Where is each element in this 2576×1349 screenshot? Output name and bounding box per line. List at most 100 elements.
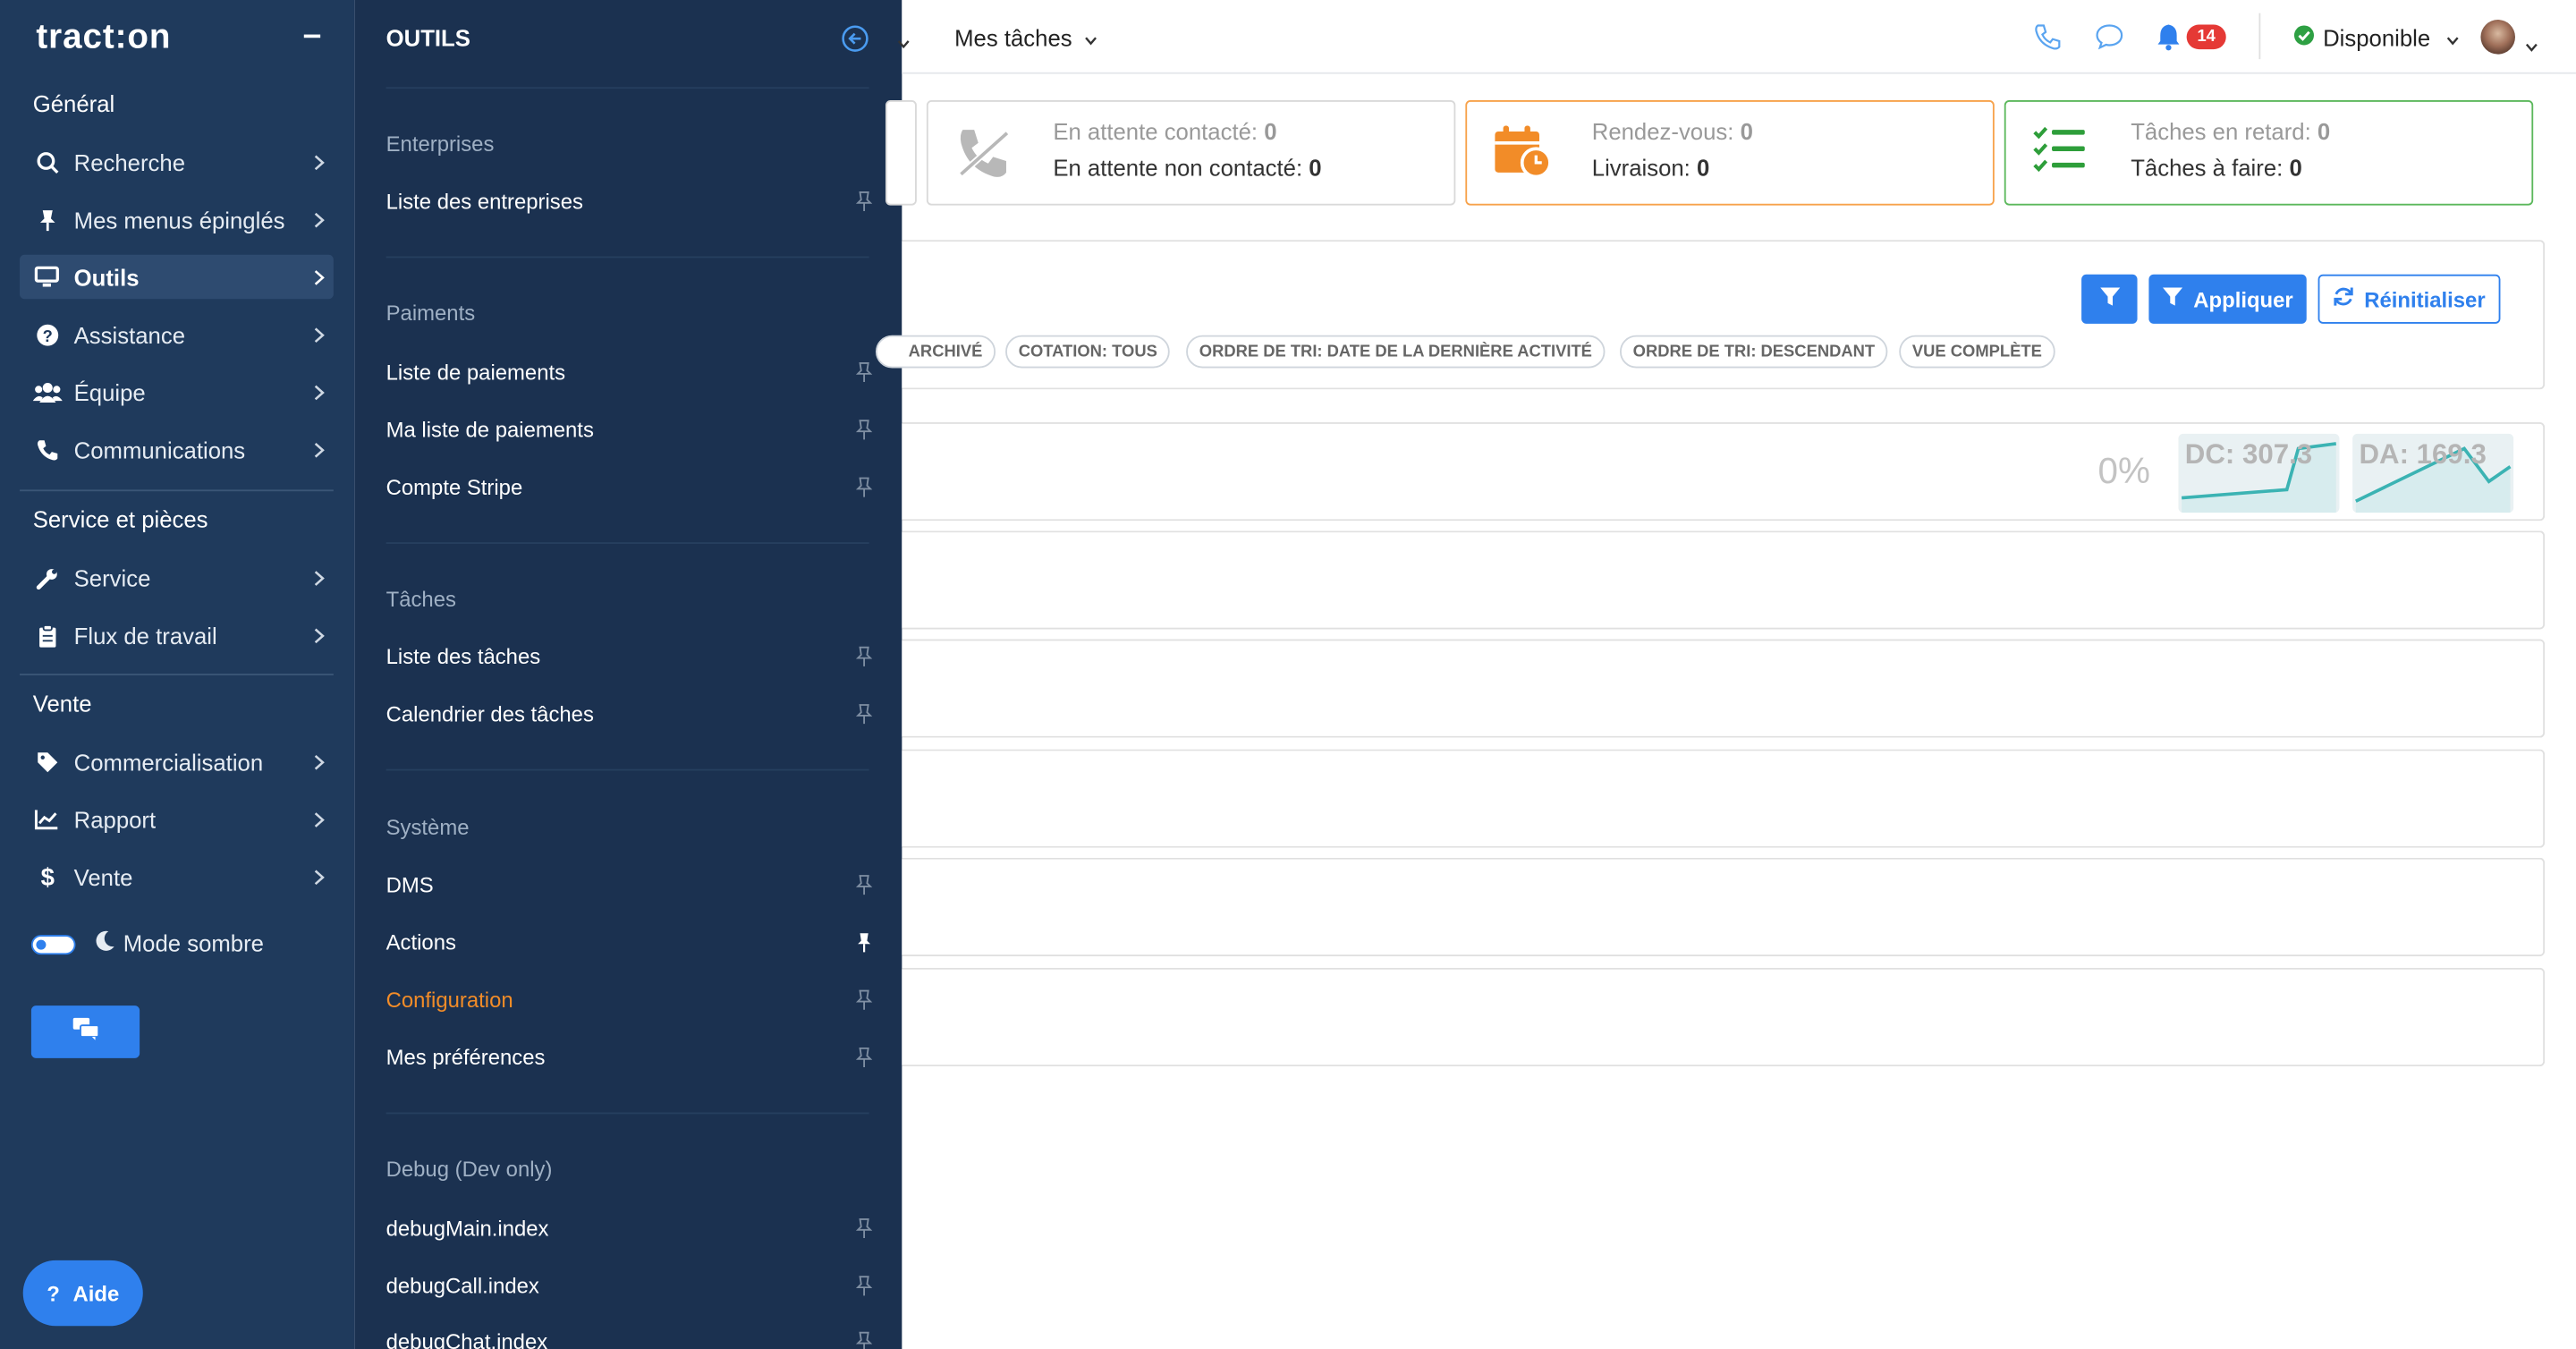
dollar-icon: $ xyxy=(20,864,74,889)
list-row[interactable] xyxy=(902,639,2546,738)
summary-card-appointments[interactable]: Rendez-vous: 0 Livraison: 0 xyxy=(1465,100,1995,206)
sidebar: tract:on Général Recherche Mes menus épi… xyxy=(0,0,355,1349)
panel-item-debug-call[interactable]: debugCall.index xyxy=(386,1273,873,1299)
panel-item-compte-stripe[interactable]: Compte Stripe xyxy=(386,475,873,499)
pin-outline-icon[interactable] xyxy=(855,191,873,212)
sidebar-item-label: Communications xyxy=(73,436,246,463)
pin-outline-icon[interactable] xyxy=(855,1275,873,1296)
panel-item-label: Calendrier des tâches xyxy=(386,701,594,726)
chevron-right-icon xyxy=(304,154,334,170)
user-avatar[interactable] xyxy=(2480,20,2515,55)
panel-item-mes-preferences[interactable]: Mes préférences xyxy=(386,1045,873,1070)
card-line-2: Livraison: 0 xyxy=(1591,154,1710,182)
sidebar-item-equipe[interactable]: Équipe xyxy=(20,369,334,414)
traction-logo[interactable]: tract:on xyxy=(36,18,171,57)
panel-item-label: Mes préférences xyxy=(386,1045,546,1070)
tasks-menu-label: Mes tâches xyxy=(954,24,1072,51)
filter-chip[interactable]: VUE COMPLÈTE xyxy=(1899,335,2055,369)
pin-outline-icon[interactable] xyxy=(855,361,873,383)
pin-outline-icon[interactable] xyxy=(855,874,873,895)
status-label: Disponible xyxy=(2323,24,2431,51)
sidebar-item-communications[interactable]: Communications xyxy=(20,428,334,472)
panel-item-debug-main[interactable]: debugMain.index xyxy=(386,1216,873,1241)
chevron-right-icon xyxy=(304,327,334,343)
panel-item-debug-chat[interactable]: debugChat.index xyxy=(386,1329,873,1349)
line-chart-icon xyxy=(20,809,74,830)
pin-outline-icon[interactable] xyxy=(855,1331,873,1349)
panel-item-label: Configuration xyxy=(386,987,513,1013)
panel-title: OUTILS xyxy=(386,24,470,51)
sidebar-item-service[interactable]: Service xyxy=(20,556,334,600)
pin-outline-icon[interactable] xyxy=(855,989,873,1011)
panel-item-calendrier-taches[interactable]: Calendrier des tâches xyxy=(386,701,873,726)
chat-bubble-icon[interactable] xyxy=(2095,23,2124,59)
bell-icon[interactable] xyxy=(2156,23,2182,59)
chevron-down-icon xyxy=(1083,25,1097,51)
pin-outline-icon[interactable] xyxy=(855,703,873,725)
arrow-left-circle-icon[interactable] xyxy=(841,25,869,61)
panel-item-liste-entreprises[interactable]: Liste des entreprises xyxy=(386,189,873,214)
panel-divider xyxy=(386,768,869,771)
sidebar-item-commercialisation[interactable]: Commercialisation xyxy=(20,740,334,785)
list-row[interactable] xyxy=(902,967,2546,1067)
pin-outline-icon[interactable] xyxy=(855,1047,873,1068)
filter-chip[interactable]: ORDRE DE TRI: DATE DE LA DERNIÈRE ACTIVI… xyxy=(1186,335,1606,369)
chevron-right-icon xyxy=(304,869,334,885)
sidebar-item-vente[interactable]: $ Vente xyxy=(20,854,334,899)
chevron-right-icon xyxy=(304,268,334,284)
sidebar-item-menus-epingles[interactable]: Mes menus épinglés xyxy=(20,197,334,242)
reset-button[interactable]: Réinitialiser xyxy=(2318,274,2501,324)
panel-item-configuration[interactable]: Configuration xyxy=(386,987,873,1013)
sidebar-item-rapport[interactable]: Rapport xyxy=(20,797,334,842)
sidebar-item-assistance[interactable]: ? Assistance xyxy=(20,312,334,357)
collapse-sidebar-button[interactable] xyxy=(303,34,321,38)
tasks-menu[interactable]: Mes tâches xyxy=(954,25,1097,51)
panel-item-liste-taches[interactable]: Liste des tâches xyxy=(386,644,873,669)
pin-outline-icon[interactable] xyxy=(855,646,873,667)
panel-item-actions[interactable]: Actions xyxy=(386,930,873,954)
chevron-down-icon[interactable] xyxy=(2525,31,2538,61)
sidebar-item-outils[interactable]: Outils xyxy=(20,254,334,300)
filter-chip[interactable]: ARCHIVÉ xyxy=(875,335,996,369)
status-dropdown[interactable]: Disponible xyxy=(2293,25,2460,51)
sidebar-item-flux-travail[interactable]: Flux de travail xyxy=(20,613,334,658)
pin-filled-icon[interactable] xyxy=(856,931,872,953)
chat-button[interactable] xyxy=(30,1005,140,1058)
sidebar-item-label: Mes menus épinglés xyxy=(73,206,285,233)
pin-outline-icon[interactable] xyxy=(855,1217,873,1239)
list-row[interactable] xyxy=(902,857,2546,957)
logo-colon: : xyxy=(114,18,128,56)
panel-item-liste-paiements[interactable]: Liste de paiements xyxy=(386,360,873,385)
sidebar-item-label: Commercialisation xyxy=(73,748,264,776)
pin-outline-icon[interactable] xyxy=(855,477,873,498)
dark-mode-toggle[interactable] xyxy=(30,935,76,955)
summary-card-tasks[interactable]: Tâches en retard: 0 Tâches à faire: 0 xyxy=(2004,100,2534,206)
filter-chip[interactable]: COTATION: TOUS xyxy=(1005,335,1171,369)
panel-item-label: Ma liste de paiements xyxy=(386,417,594,443)
phone-icon[interactable] xyxy=(2034,23,2062,59)
help-label: Aide xyxy=(72,1280,120,1306)
summary-card-calls[interactable]: En attente contacté: 0 En attente non co… xyxy=(926,100,1456,206)
summary-card-partial[interactable] xyxy=(885,100,917,206)
chevron-right-icon xyxy=(304,384,334,400)
tag-icon xyxy=(20,750,74,773)
panel-divider xyxy=(386,256,869,259)
sidebar-item-label: Vente xyxy=(73,863,133,890)
panel-item-ma-liste-paiements[interactable]: Ma liste de paiements xyxy=(386,417,873,443)
sidebar-item-recherche[interactable]: Recherche xyxy=(20,140,334,184)
apply-button[interactable]: Appliquer xyxy=(2148,274,2307,324)
chevron-down-icon xyxy=(2447,25,2461,51)
panel-item-dms[interactable]: DMS xyxy=(386,872,873,897)
sidebar-item-label: Assistance xyxy=(73,321,186,348)
pin-outline-icon[interactable] xyxy=(855,419,873,440)
panel-item-label: debugCall.index xyxy=(386,1273,539,1299)
help-button[interactable]: ? Aide xyxy=(22,1260,143,1327)
section-service-title: Service et pièces xyxy=(32,505,208,533)
list-row[interactable] xyxy=(902,530,2546,630)
list-row[interactable] xyxy=(902,749,2546,848)
apply-label: Appliquer xyxy=(2193,286,2293,312)
filter-toggle-button[interactable] xyxy=(2081,274,2138,324)
chevron-down-icon[interactable] xyxy=(897,28,911,57)
filter-chip[interactable]: ORDRE DE TRI: DESCENDANT xyxy=(1619,335,1888,369)
users-icon xyxy=(20,381,74,403)
